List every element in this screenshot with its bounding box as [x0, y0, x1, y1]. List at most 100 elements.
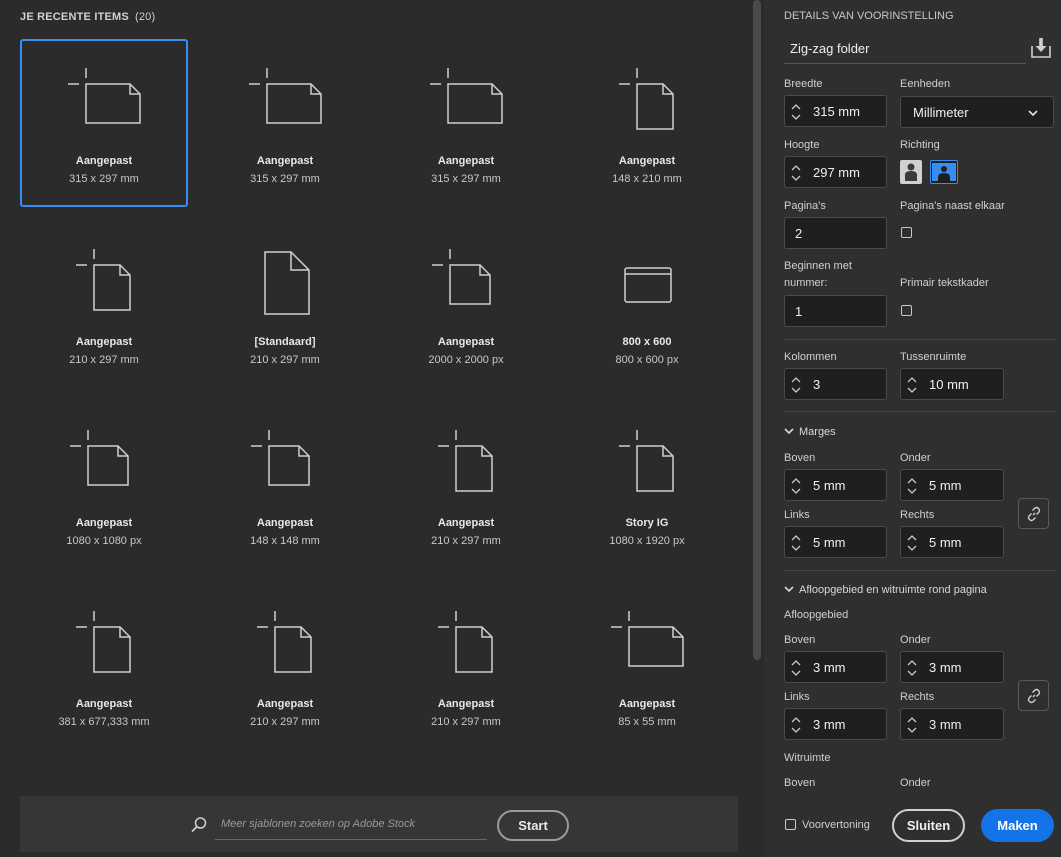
document-icon — [438, 430, 493, 492]
stepper-icon[interactable] — [789, 531, 803, 555]
margins-section-toggle[interactable]: Marges — [784, 426, 836, 438]
recent-item-tile[interactable]: Aangepast 210 x 297 mm — [382, 401, 550, 569]
recent-item-tile[interactable]: Aangepast 210 x 297 mm — [201, 582, 369, 750]
stock-search-input[interactable]: Meer sjablonen zoeken op Adobe Stock — [215, 810, 487, 840]
margin-right-label: Rechts — [900, 509, 935, 521]
preview-checkbox[interactable] — [785, 819, 796, 830]
stepper-icon[interactable] — [789, 161, 803, 185]
columns-value: 3 — [813, 377, 821, 392]
bleed-bottom-field[interactable]: 3 mm — [900, 651, 1004, 683]
margin-left-field[interactable]: 5 mm — [784, 526, 887, 558]
recent-item-size: 315 x 297 mm — [69, 173, 139, 185]
margin-top-field[interactable]: 5 mm — [784, 469, 887, 501]
columns-field[interactable]: 3 — [784, 368, 887, 400]
stepper-icon[interactable] — [905, 531, 919, 555]
document-icon — [249, 68, 322, 124]
recent-item-tile[interactable]: Aangepast 148 x 210 mm — [563, 39, 731, 207]
start-button[interactable]: Start — [497, 810, 569, 841]
stepper-icon[interactable] — [789, 373, 803, 397]
landscape-orientation-button[interactable] — [930, 160, 958, 184]
height-field[interactable]: 297 mm — [784, 156, 887, 188]
bleed-right-label: Rechts — [900, 691, 935, 703]
recent-item-name: Aangepast — [256, 517, 314, 529]
save-preset-icon[interactable] — [1030, 37, 1052, 59]
margin-right-field[interactable]: 5 mm — [900, 526, 1004, 558]
document-icon — [611, 611, 684, 667]
recent-item-tile[interactable]: Aangepast 381 x 677,333 mm — [20, 582, 188, 750]
recent-item-tile[interactable]: Aangepast 2000 x 2000 px — [382, 220, 550, 388]
columns-label: Kolommen — [784, 351, 837, 363]
recent-item-tile[interactable]: Aangepast 85 x 55 mm — [563, 582, 731, 750]
recent-item-name: Aangepast — [437, 517, 495, 529]
link-margins-button[interactable] — [1018, 498, 1049, 529]
recent-item-name: Aangepast — [75, 155, 133, 167]
recent-item-size: 315 x 297 mm — [431, 173, 501, 185]
document-icon — [264, 251, 310, 315]
stepper-icon[interactable] — [789, 100, 803, 124]
gutter-label: Tussenruimte — [900, 351, 967, 363]
document-icon — [68, 68, 141, 124]
facing-pages-checkbox[interactable] — [901, 227, 912, 238]
primary-text-frame-checkbox[interactable] — [901, 305, 912, 316]
recent-item-name: Aangepast — [256, 155, 314, 167]
recent-item-tile[interactable]: [Standaard] 210 x 297 mm — [201, 220, 369, 388]
preset-name-field[interactable]: Zig-zag folder — [784, 34, 1026, 64]
recent-item-tile[interactable]: Aangepast 210 x 297 mm — [20, 220, 188, 388]
stepper-icon[interactable] — [905, 474, 919, 498]
bleed-right-field[interactable]: 3 mm — [900, 708, 1004, 740]
recent-item-size: 381 x 677,333 mm — [58, 716, 150, 728]
margin-left-label: Links — [784, 509, 810, 521]
recent-item-size: 210 x 297 mm — [69, 354, 139, 366]
units-label: Eenheden — [900, 78, 951, 90]
stepper-icon[interactable] — [789, 656, 803, 680]
stepper-icon[interactable] — [789, 474, 803, 498]
recent-item-tile[interactable]: Aangepast 148 x 148 mm — [201, 401, 369, 569]
close-button[interactable]: Sluiten — [892, 809, 965, 842]
recent-item-size: 148 x 210 mm — [612, 173, 682, 185]
bleed-label: Afloopgebied — [784, 609, 849, 621]
start-number-label: Beginnen met nummer: — [784, 258, 852, 292]
recent-item-name: Aangepast — [618, 698, 676, 710]
recent-item-tile[interactable]: Aangepast 315 x 297 mm — [382, 39, 550, 207]
stepper-icon[interactable] — [905, 713, 919, 737]
stepper-icon[interactable] — [905, 656, 919, 680]
chevron-down-icon — [784, 586, 794, 593]
scrollbar[interactable] — [753, 0, 761, 660]
margin-bottom-field[interactable]: 5 mm — [900, 469, 1004, 501]
start-number-label-line1: Beginnen met — [784, 260, 852, 272]
link-bleed-button[interactable] — [1018, 680, 1049, 711]
gutter-field[interactable]: 10 mm — [900, 368, 1004, 400]
recent-item-tile[interactable]: Story IG 1080 x 1920 px — [563, 401, 731, 569]
recent-item-tile[interactable]: Aangepast 1080 x 1080 px — [20, 401, 188, 569]
portrait-orientation-button[interactable] — [900, 160, 922, 184]
bleed-top-field[interactable]: 3 mm — [784, 651, 887, 683]
height-label: Hoogte — [784, 139, 820, 151]
recent-item-size: 85 x 55 mm — [618, 716, 676, 728]
pages-field[interactable]: 2 — [784, 217, 887, 249]
units-select[interactable]: Millimeter — [900, 96, 1054, 128]
margins-section-label: Marges — [799, 426, 836, 438]
margin-left-value: 5 mm — [813, 535, 846, 550]
create-button[interactable]: Maken — [981, 809, 1054, 842]
recent-item-size: 800 x 600 px — [615, 354, 679, 366]
start-number-field[interactable]: 1 — [784, 295, 887, 327]
facing-pages-label: Pagina's naast elkaar — [900, 200, 1005, 212]
stepper-icon[interactable] — [789, 713, 803, 737]
document-icon — [76, 611, 131, 673]
stepper-icon[interactable] — [905, 373, 919, 397]
recent-item-tile[interactable]: Aangepast 210 x 297 mm — [382, 582, 550, 750]
link-icon — [1027, 688, 1041, 704]
recent-items-count: (20) — [134, 11, 156, 23]
recent-item-tile[interactable]: Aangepast 315 x 297 mm — [20, 39, 188, 207]
preset-details-panel: DETAILS VAN VOORINSTELLING Zig-zag folde… — [764, 0, 1061, 857]
margin-bottom-value: 5 mm — [929, 478, 962, 493]
width-label: Breedte — [784, 78, 823, 90]
recent-item-tile[interactable]: 800 x 600 800 x 600 px — [563, 220, 731, 388]
bleed-section-toggle[interactable]: Afloopgebied en witruimte rond pagina — [784, 584, 987, 596]
recent-item-name: Aangepast — [75, 336, 133, 348]
recent-item-name: Aangepast — [437, 155, 495, 167]
bleed-left-field[interactable]: 3 mm — [784, 708, 887, 740]
bleed-left-label: Links — [784, 691, 810, 703]
width-field[interactable]: 315 mm — [784, 95, 887, 127]
recent-item-tile[interactable]: Aangepast 315 x 297 mm — [201, 39, 369, 207]
